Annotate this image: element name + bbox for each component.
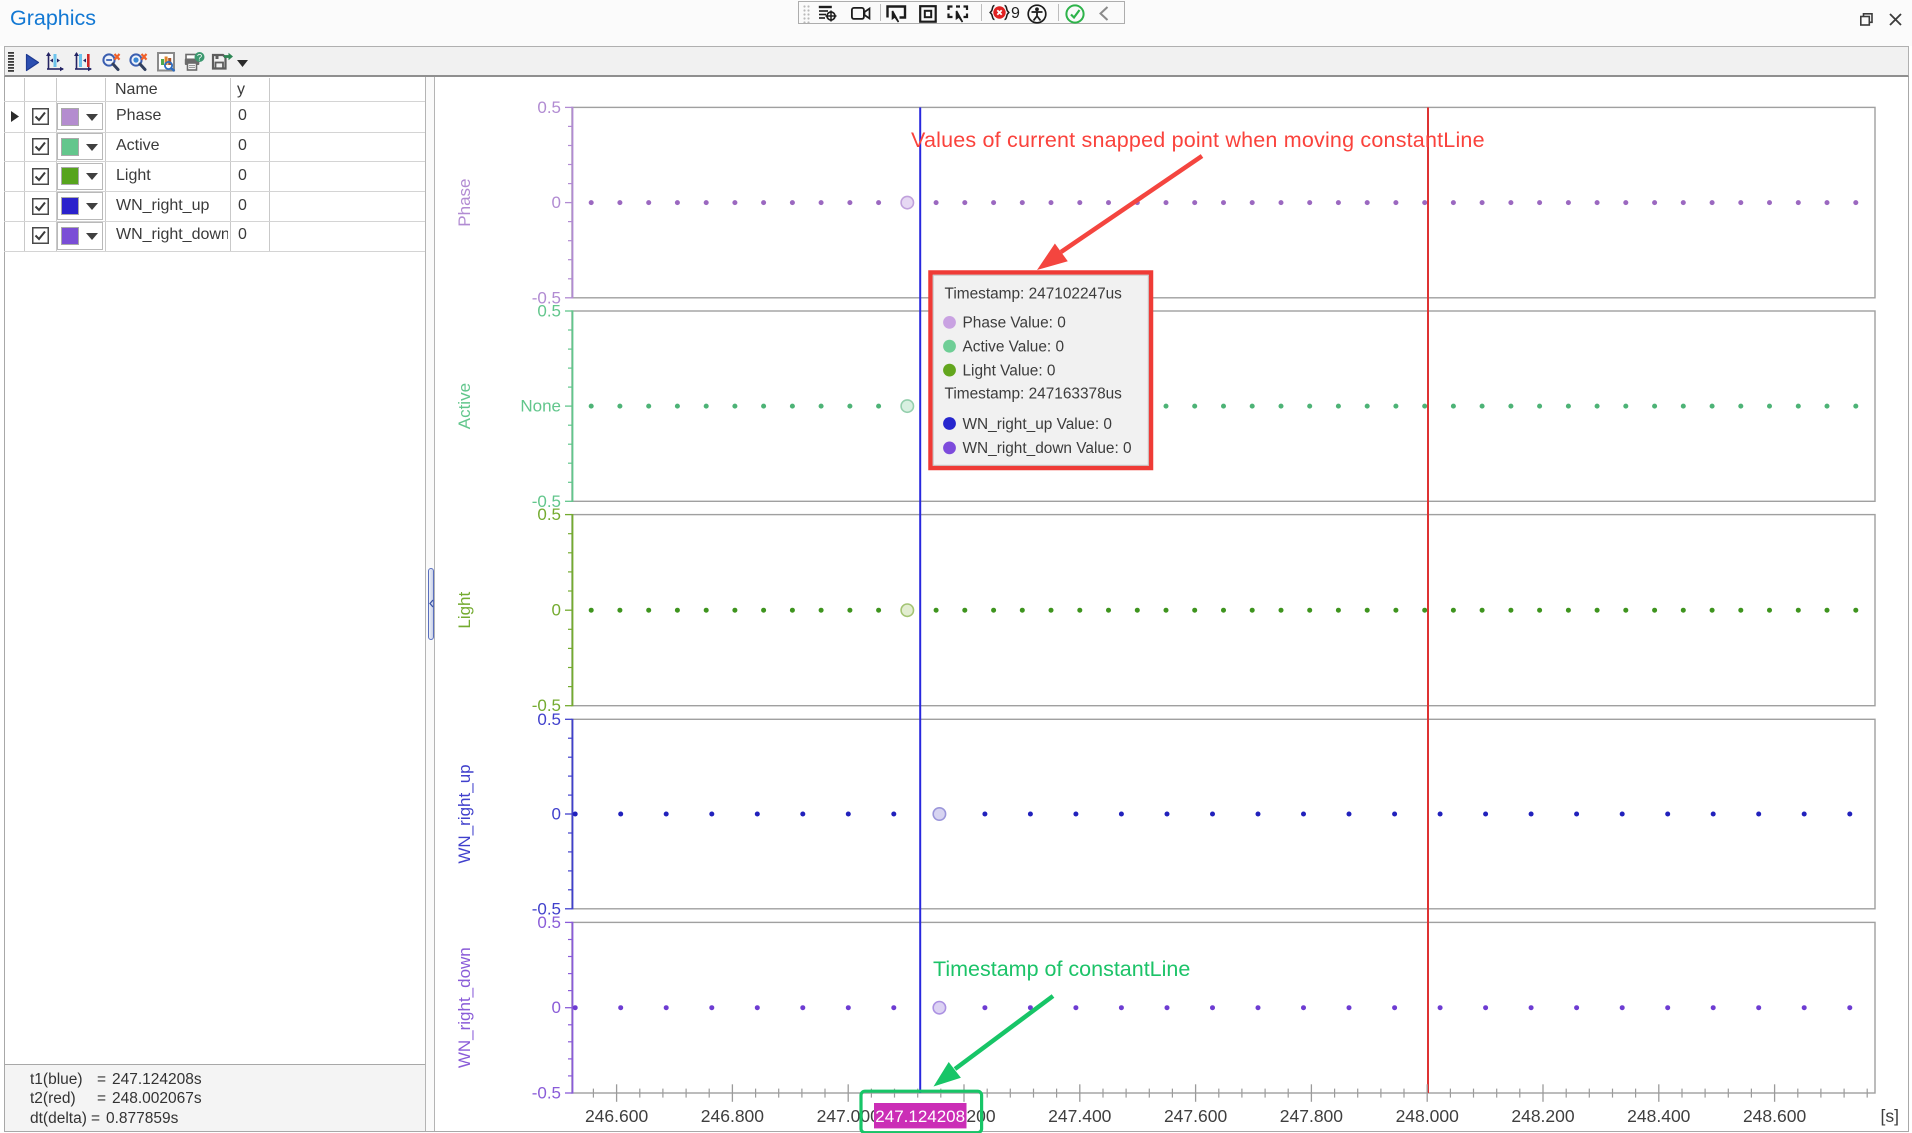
- svg-text:None: None: [520, 397, 561, 416]
- svg-text:[s]: [s]: [1881, 1106, 1899, 1126]
- svg-text:247.800: 247.800: [1280, 1106, 1344, 1126]
- svg-text:246.800: 246.800: [701, 1106, 765, 1126]
- svg-text:Light: Light: [455, 591, 474, 628]
- svg-text:WN_right_down: WN_right_down: [455, 947, 474, 1068]
- svg-text:246.600: 246.600: [585, 1106, 649, 1126]
- svg-text:248.000: 248.000: [1396, 1106, 1460, 1126]
- svg-text:0.5: 0.5: [537, 505, 561, 524]
- svg-text:Light Value: 0: Light Value: 0: [963, 362, 1056, 379]
- svg-text:WN_right_down Value: 0: WN_right_down Value: 0: [963, 440, 1132, 457]
- svg-text:0.5: 0.5: [537, 302, 561, 321]
- svg-text:248.400: 248.400: [1627, 1106, 1691, 1126]
- svg-text:248.200: 248.200: [1511, 1106, 1575, 1126]
- svg-text:Timestamp: 247163378us: Timestamp: 247163378us: [945, 386, 1123, 403]
- svg-text:WN_right_up: WN_right_up: [455, 764, 474, 863]
- svg-text:Values of current snapped poin: Values of current snapped point when mov…: [911, 128, 1485, 152]
- svg-text:Phase Value: 0: Phase Value: 0: [963, 315, 1066, 332]
- svg-text:247.400: 247.400: [1048, 1106, 1112, 1126]
- svg-text:247.000: 247.000: [817, 1106, 881, 1126]
- svg-text:0: 0: [552, 601, 561, 620]
- svg-text:0: 0: [552, 998, 561, 1017]
- svg-text:Phase: Phase: [455, 178, 474, 226]
- svg-text:0.5: 0.5: [537, 98, 561, 117]
- svg-text:247.124208: 247.124208: [875, 1107, 965, 1126]
- svg-text:0: 0: [552, 805, 561, 824]
- svg-text:0.5: 0.5: [537, 913, 561, 932]
- svg-text:Timestamp of constantLine: Timestamp of constantLine: [933, 957, 1190, 981]
- svg-text:Timestamp: 247102247us: Timestamp: 247102247us: [945, 286, 1123, 303]
- svg-text:248.600: 248.600: [1743, 1106, 1807, 1126]
- svg-text:Active: Active: [455, 383, 474, 429]
- svg-text:0.5: 0.5: [537, 710, 561, 729]
- svg-text:-0.5: -0.5: [532, 1084, 561, 1103]
- svg-text:0: 0: [552, 193, 561, 212]
- svg-text:WN_right_up Value: 0: WN_right_up Value: 0: [963, 416, 1112, 433]
- svg-text:247.600: 247.600: [1164, 1106, 1228, 1126]
- svg-text:Active Value: 0: Active Value: 0: [963, 339, 1065, 356]
